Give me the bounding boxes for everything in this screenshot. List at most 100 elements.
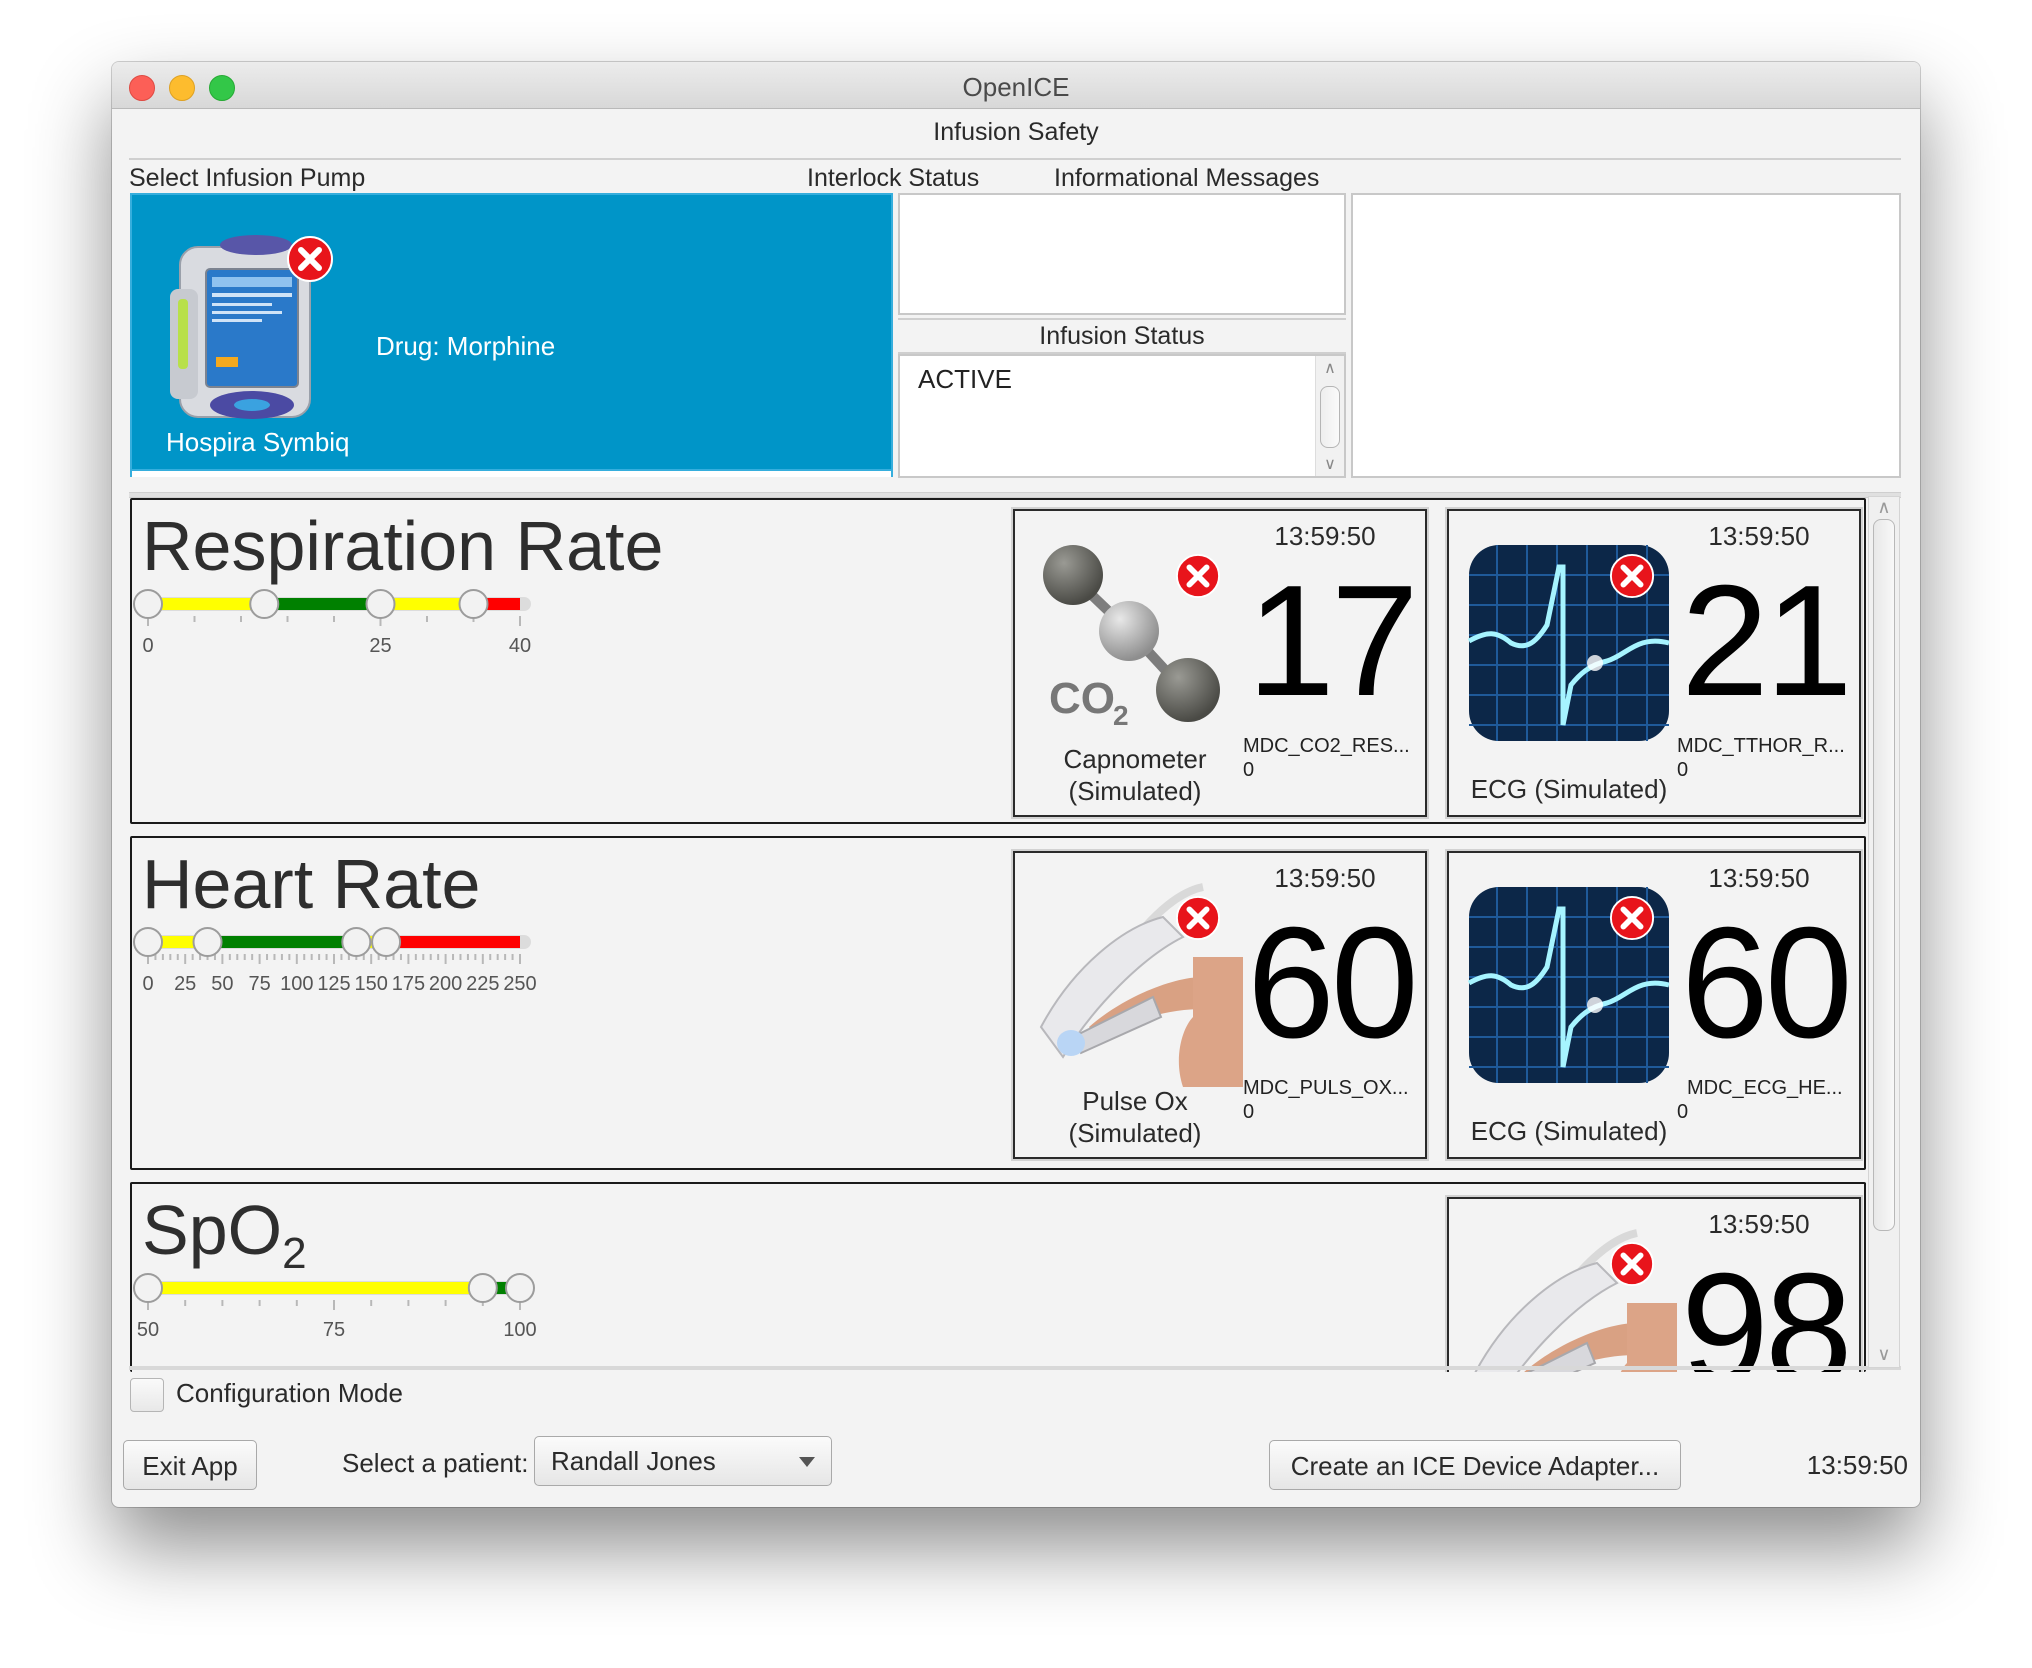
slider-tick-label: 100 xyxy=(503,1319,536,1341)
informational-messages-panel xyxy=(1351,193,1901,478)
status-clock: 13:59:50 xyxy=(1806,1450,1908,1480)
metric-title: Heart Rate xyxy=(142,844,480,933)
tile-metric-id: MDC_PULS_OX... xyxy=(1243,1077,1409,1099)
slider-tick-label: 225 xyxy=(466,973,499,995)
device-name-line: Pulse Ox xyxy=(1082,1086,1188,1116)
slider-thumb[interactable] xyxy=(467,1273,498,1303)
device-tile-pulse-ox[interactable]: 13:59:50 60 MDC_PULS_OX... 0 Pulse Ox (S… xyxy=(1011,849,1429,1161)
column-headers: Select Infusion Pump Interlock Status In… xyxy=(129,158,1901,194)
metric-panel-heart-rate: Heart Rate 0 25 50 75 100 125 150 175 200 225 250 … xyxy=(130,836,1866,1170)
tile-timestamp: 13:59:50 xyxy=(1708,1209,1810,1239)
slider-tick-label: 250 xyxy=(503,973,536,995)
slider-thumb[interactable] xyxy=(192,927,223,957)
slider-thumb[interactable] xyxy=(341,927,372,957)
slider-tick-label: 175 xyxy=(392,973,425,995)
alarm-range-slider[interactable]: 50 75 100 xyxy=(133,1268,642,1341)
tile-timestamp: 13:59:50 xyxy=(1274,863,1376,893)
slider-tick-label: 150 xyxy=(355,973,388,995)
metric-panel-respiration-rate: Respiration Rate 0 25 40 CO 2 13:59:50 1… xyxy=(130,498,1866,824)
slider-tick-label: 50 xyxy=(137,1319,159,1341)
scroll-down-arrow-icon[interactable]: ∨ xyxy=(1869,1344,1899,1365)
infusion-status-text: ACTIVE xyxy=(918,364,1012,394)
slider-range-segment xyxy=(207,936,357,948)
alarm-range-slider[interactable]: 0 25 40 xyxy=(133,584,642,657)
scroll-up-arrow-icon[interactable]: ∧ xyxy=(1869,497,1899,518)
scroll-down-arrow-icon[interactable]: ∨ xyxy=(1316,454,1344,474)
pump-name-label: Hospira Symbiq xyxy=(166,427,350,457)
slider-tick-label: 0 xyxy=(142,973,153,995)
slider-tick-label: 25 xyxy=(174,973,196,995)
device-tile-ecg[interactable]: 13:59:50 60 MDC_ECG_HE... 0 ECG (Simulat… xyxy=(1445,849,1863,1161)
tile-device-name: Pulse Ox (Simulated) xyxy=(1025,1085,1245,1149)
svg-text:CO: CO xyxy=(1049,674,1115,723)
error-x-icon xyxy=(1609,895,1655,941)
scrollbar-thumb[interactable] xyxy=(1873,519,1895,1231)
configuration-mode-checkbox[interactable] xyxy=(130,1378,164,1412)
informational-messages-header: Informational Messages xyxy=(1054,164,1320,192)
slider-range-segment xyxy=(148,598,265,610)
device-tile-capnometer[interactable]: CO 2 13:59:50 17 MDC_CO2_RES... 0 Capnom… xyxy=(1011,507,1429,819)
tile-metric-id: MDC_TTHOR_R... xyxy=(1677,735,1845,757)
svg-text:2: 2 xyxy=(1113,700,1129,731)
slider-tick-label: 0 xyxy=(142,635,153,657)
exit-app-button[interactable]: Exit App xyxy=(123,1440,257,1490)
patient-select-dropdown[interactable]: Randall Jones xyxy=(534,1436,832,1486)
error-x-icon xyxy=(1175,895,1221,941)
metric-title: Respiration Rate xyxy=(142,506,663,595)
alarm-range-slider[interactable]: 0 25 50 75 100 125 150 175 200 225 250 xyxy=(133,922,642,995)
tile-value: 17 xyxy=(1247,553,1419,729)
slider-thumb[interactable] xyxy=(505,1273,535,1303)
metric-title: SpO2 xyxy=(142,1190,307,1279)
slider-tick-label: 100 xyxy=(280,973,313,995)
select-patient-label: Select a patient: xyxy=(342,1448,529,1478)
slider-tick-label: 75 xyxy=(248,973,270,995)
title-bar: OpenICE xyxy=(112,62,1920,109)
device-name-line: (Simulated) xyxy=(1068,776,1202,806)
tile-timestamp: 13:59:50 xyxy=(1708,521,1810,551)
slider-thumb[interactable] xyxy=(133,589,163,619)
slider-tick-label: 200 xyxy=(429,973,462,995)
device-tile-pulse-ox[interactable]: 13:59:50 98 xyxy=(1445,1195,1863,1372)
patient-select-value: Randall Jones xyxy=(551,1446,716,1476)
slider-thumb[interactable] xyxy=(458,589,489,619)
scroll-area-bottom-edge xyxy=(129,1366,1901,1370)
tile-metric-id: MDC_ECG_HE... xyxy=(1687,1077,1843,1099)
tile-device-name: Capnometer (Simulated) xyxy=(1025,743,1245,807)
tile-value: 21 xyxy=(1681,553,1853,729)
slider-tick-label: 50 xyxy=(211,973,233,995)
tile-value: 60 xyxy=(1681,895,1853,1071)
error-x-icon xyxy=(1609,1241,1655,1287)
create-device-adapter-button[interactable]: Create an ICE Device Adapter... xyxy=(1269,1440,1681,1490)
infusion-status-header: Infusion Status xyxy=(898,318,1346,354)
tile-timestamp: 13:59:50 xyxy=(1274,521,1376,551)
slider-tick-label: 40 xyxy=(509,635,531,657)
slider-thumb[interactable] xyxy=(249,589,280,619)
slider-thumb[interactable] xyxy=(365,589,396,619)
metric-title-text: SpO xyxy=(142,1191,283,1269)
error-x-icon xyxy=(1175,553,1221,599)
pump-list-item-selected[interactable]: Drug: Morphine Hospira Symbiq xyxy=(130,193,893,477)
metrics-scrollbar[interactable]: ∧ ∨ xyxy=(1868,496,1900,1368)
slider-tick-label: 75 xyxy=(323,1319,345,1341)
pump-list-underline xyxy=(132,469,891,477)
scrollbar-thumb[interactable] xyxy=(1320,386,1340,448)
metric-panel-spo2: SpO2 50 75 100 13:59:50 98 xyxy=(130,1182,1866,1372)
pump-drug-label: Drug: Morphine xyxy=(376,331,556,361)
metrics-scroll-area[interactable]: Respiration Rate 0 25 40 CO 2 13:59:50 1… xyxy=(129,492,1919,1432)
slider-thumb[interactable] xyxy=(371,927,402,957)
device-name-line: (Simulated) xyxy=(1068,1118,1202,1148)
slider-range-segment xyxy=(386,936,520,948)
scroll-up-arrow-icon[interactable]: ∧ xyxy=(1316,358,1344,378)
metric-title-text: Respiration Rate xyxy=(142,507,664,585)
infusion-status-list[interactable]: ACTIVE ∧ ∨ xyxy=(898,354,1346,478)
tile-value: 60 xyxy=(1247,895,1419,1071)
device-tile-ecg[interactable]: 13:59:50 21 MDC_TTHOR_R... 0 ECG (Simula… xyxy=(1445,507,1863,819)
slider-thumb[interactable] xyxy=(133,927,163,957)
tile-device-name: ECG (Simulated) xyxy=(1470,774,1668,804)
error-x-icon xyxy=(287,236,333,282)
slider-thumb[interactable] xyxy=(133,1273,163,1303)
slider-graphic: 0 25 50 75 100 125 150 175 200 225 250 xyxy=(133,927,537,995)
slider-range-segment xyxy=(264,598,381,610)
openice-window: OpenICE Infusion Safety Select Infusion … xyxy=(112,62,1920,1507)
infusion-status-scrollbar[interactable]: ∧ ∨ xyxy=(1315,356,1344,476)
